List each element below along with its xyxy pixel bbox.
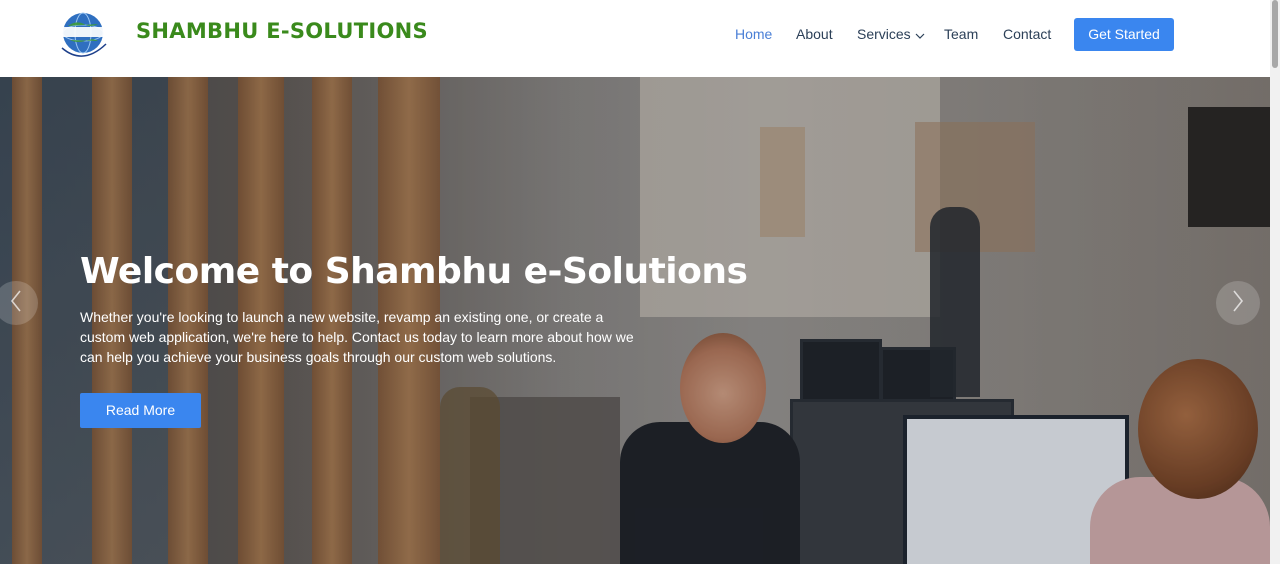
brand-name[interactable]: SHAMBHU E-SOLUTIONS	[136, 19, 428, 43]
carousel-next-button[interactable]	[1216, 281, 1260, 325]
nav-services[interactable]: Services	[857, 26, 925, 43]
chevron-left-icon	[9, 289, 23, 318]
read-more-button[interactable]: Read More	[80, 393, 201, 428]
scrollbar-thumb[interactable]	[1272, 0, 1278, 68]
nav-about[interactable]: About	[796, 26, 833, 42]
site-header: SHAMBHU E-SOLUTIONS Home About Services …	[0, 0, 1270, 77]
page-scrollbar[interactable]	[1270, 0, 1280, 564]
nav-services-label: Services	[857, 26, 911, 42]
nav-contact[interactable]: Contact	[1003, 26, 1051, 42]
company-logo[interactable]	[54, 8, 112, 64]
hero-section: Welcome to Shambhu e-Solutions Whether y…	[0, 77, 1270, 564]
chevron-down-icon	[915, 27, 925, 43]
nav-home[interactable]: Home	[735, 26, 772, 42]
nav-team[interactable]: Team	[944, 26, 978, 42]
hero-title: Welcome to Shambhu e-Solutions	[80, 251, 748, 292]
hero-description: Whether you're looking to launch a new w…	[80, 309, 634, 365]
chevron-right-icon	[1231, 289, 1245, 318]
get-started-button[interactable]: Get Started	[1074, 18, 1174, 51]
